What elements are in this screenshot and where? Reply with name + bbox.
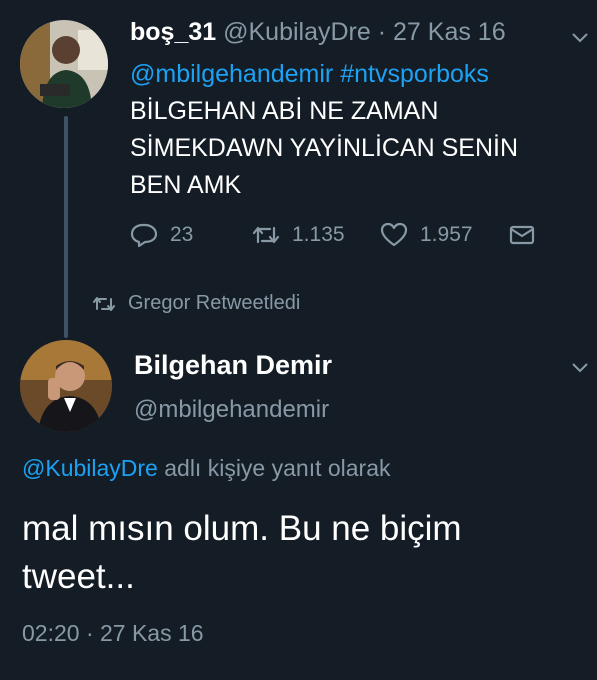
mention-link[interactable]: @KubilayDre [22, 455, 158, 481]
tweet-body: @mbilgehandemir #ntvsporboks BİLGEHAN AB… [130, 56, 570, 204]
chevron-down-icon[interactable] [571, 32, 589, 44]
reply-button[interactable]: 23 [130, 222, 193, 248]
like-count: 1.957 [420, 223, 473, 246]
reply-icon [130, 223, 158, 248]
retweet-icon [252, 226, 280, 244]
retweet-count: 1.135 [292, 223, 345, 246]
avatar[interactable] [20, 340, 112, 432]
thread-connector-line [64, 116, 68, 338]
reply-count: 23 [170, 223, 194, 246]
like-button[interactable]: 1.957 [380, 222, 473, 248]
tweet-text: BİLGEHAN ABİ NE ZAMAN SİMEKDAWN YAYİNLİC… [130, 97, 519, 199]
tweet-timestamp[interactable]: 02:20 · 27 Kas 16 [22, 620, 204, 647]
user-handle[interactable]: @KubilayDre [223, 18, 371, 46]
avatar[interactable] [20, 20, 108, 108]
display-name[interactable]: boş_31 [130, 18, 216, 46]
retweet-button[interactable]: 1.135 [252, 222, 345, 248]
reply-context: @KubilayDre adlı kişiye yanıt olarak [22, 455, 391, 482]
reply-context-text: adlı kişiye yanıt olarak [164, 455, 391, 481]
display-name[interactable]: Bilgehan Demir [134, 350, 332, 381]
envelope-icon [509, 225, 535, 245]
mention-link[interactable]: @mbilgehandemir [130, 60, 333, 88]
tweet-date[interactable]: 27 Kas 16 [393, 18, 506, 46]
direct-message-button[interactable] [508, 222, 536, 248]
retweet-notice: Gregor Retweetledi [92, 292, 300, 315]
tweet-text: mal mısın olum. Bu ne biçim tweet... [22, 509, 462, 596]
user-handle[interactable]: @mbilgehandemir [134, 396, 329, 424]
retweet-notice-text[interactable]: Gregor Retweetledi [128, 292, 300, 315]
tweet-header: boş_31 @KubilayDre · 27 Kas 16 [130, 18, 506, 47]
heart-icon [380, 222, 408, 247]
retweet-icon [93, 296, 115, 311]
separator-dot: · [377, 18, 387, 46]
chevron-down-icon[interactable] [571, 362, 589, 374]
hashtag-link[interactable]: #ntvsporboks [340, 60, 489, 88]
